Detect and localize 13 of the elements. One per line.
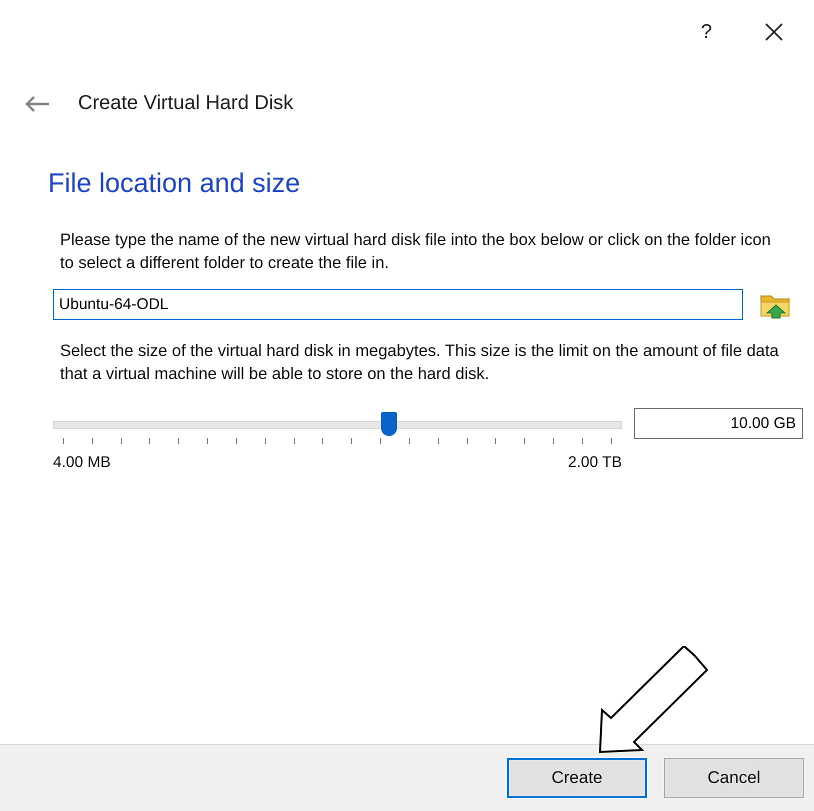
max-size-label: 2.00 TB (568, 454, 622, 472)
close-icon[interactable] (764, 22, 784, 42)
help-button[interactable]: ? (700, 20, 712, 44)
min-size-label: 4.00 MB (53, 454, 111, 472)
wizard-title: Create Virtual Hard Disk (78, 92, 294, 115)
file-name-field[interactable]: Ubuntu-64-ODL (53, 289, 743, 320)
size-description: Select the size of the virtual hard disk in megabytes. This size is the limit on the amount of file data that a virtual machine will be able to store on the hard disk. (60, 341, 780, 385)
dialog-button[interactable]: Cancel (664, 758, 804, 798)
page-heading: File location and size (48, 168, 302, 199)
size-field[interactable]: 10.00 GB (634, 408, 803, 439)
dialog-button[interactable]: Create (507, 758, 647, 798)
location-description: Please type the name of the new virtual hard disk file into the box below or click on the folder icon to select a different folder to create the file in. (60, 230, 772, 274)
back-arrow-icon[interactable] (24, 96, 50, 112)
